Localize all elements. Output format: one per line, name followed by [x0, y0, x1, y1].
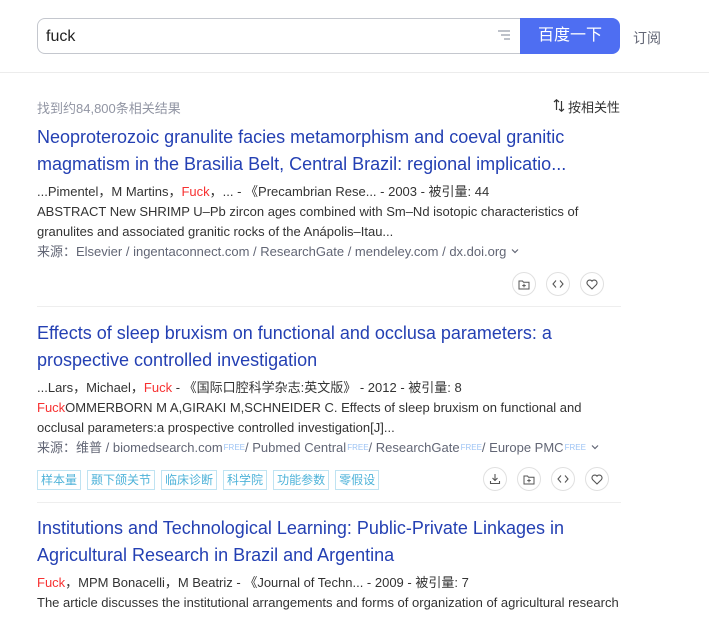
result-abstract: The article discusses the institutional … [37, 593, 621, 613]
abstract-text: OMMERBORN M A,GIRAKI M,SCHNEIDER C. Effe… [65, 400, 582, 415]
source-item[interactable]: / ResearchGate [369, 438, 460, 458]
sort-label: 按相关性 [568, 100, 621, 115]
result-divider [37, 306, 621, 307]
journal-year-citations: ，... - 《Precambrian Rese... - 2003 - 被引量… [209, 184, 490, 199]
subscribe-link[interactable]: 订阅 [633, 28, 661, 48]
heart-icon[interactable] [580, 272, 604, 296]
result-title-line[interactable]: Neoproterozoic granulite facies metamorp… [37, 127, 564, 147]
abstract-line: occlusal parameters:a prospective contro… [37, 420, 395, 435]
result-abstract: FuckOMMERBORN M A,GIRAKI M,SCHNEIDER C. … [37, 398, 621, 438]
code-brackets-icon[interactable] [551, 467, 575, 491]
result-item: Neoproterozoic granulite facies metamorp… [37, 124, 621, 262]
search-header: 百度一下 订阅 [0, 0, 709, 73]
heart-icon[interactable] [585, 467, 609, 491]
code-brackets-icon[interactable] [546, 272, 570, 296]
source-item[interactable]: / Europe PMC [482, 438, 564, 458]
result-title-line[interactable]: Institutions and Technological Learning:… [37, 518, 564, 538]
keyword-tag[interactable]: 样本量 [37, 470, 82, 490]
source-item[interactable]: / Pubmed Central [245, 438, 346, 458]
keyword-tag[interactable]: 功能参数 [273, 470, 330, 490]
keyword-tag[interactable]: 科学院 [223, 470, 268, 490]
filter-lines-icon[interactable] [496, 28, 512, 44]
source-list[interactable]: 来源：Elsevier / ingentaconnect.com / Resea… [37, 242, 506, 262]
result-meta: ...Lars，Michael，Fuck - 《国际口腔科学杂志:英文版》 - … [37, 378, 621, 398]
keyword-tag[interactable]: 零假设 [335, 470, 380, 490]
result-actions [483, 467, 709, 491]
highlight-term: Fuck [181, 184, 210, 199]
result-title[interactable]: Effects of sleep bruxism on functional a… [37, 320, 621, 374]
keyword-tag[interactable]: 临床诊断 [161, 470, 218, 490]
result-item: Effects of sleep bruxism on functional a… [37, 320, 621, 490]
search-input[interactable] [44, 19, 488, 55]
result-meta: ...Pimentel，M Martins，Fuck，... - 《Precam… [37, 182, 621, 202]
source-list[interactable]: 来源：维普 / biomedsearch.com [37, 438, 223, 458]
result-actions [512, 272, 709, 296]
abstract-line: FuckOMMERBORN M A,GIRAKI M,SCHNEIDER C. … [37, 398, 621, 418]
result-divider [37, 502, 621, 503]
authors: ...Lars，Michael， [37, 380, 144, 395]
sort-toggle[interactable]: 按相关性 [553, 97, 620, 116]
result-title-line[interactable]: prospective controlled investigation [37, 350, 317, 370]
journal-year-citations: - 《国际口腔科学杂志:英文版》 - 2012 - 被引量: 8 [172, 380, 462, 395]
keyword-tag[interactable]: 颞下颌关节 [87, 470, 156, 490]
search-box[interactable] [37, 18, 520, 55]
result-title-line[interactable]: Agricultural Research in Brazil and Arge… [37, 545, 394, 565]
highlight-term: Fuck [37, 575, 66, 590]
free-badge: FREE [460, 443, 482, 452]
download-icon[interactable] [483, 467, 507, 491]
result-source: 来源：维普 / biomedsearch.com FREE / Pubmed Ce… [37, 438, 621, 458]
chevron-down-icon[interactable] [510, 242, 520, 262]
free-badge: FREE [564, 443, 586, 452]
result-count: 找到约84,800条相关结果 [37, 101, 181, 116]
result-item: Institutions and Technological Learning:… [37, 515, 621, 613]
highlight-term: Fuck [37, 400, 66, 415]
result-title[interactable]: Neoproterozoic granulite facies metamorp… [37, 124, 621, 178]
result-title[interactable]: Institutions and Technological Learning:… [37, 515, 621, 569]
abstract-line: The article discusses the institutional … [37, 595, 619, 610]
abstract-line: ABSTRACT New SHRIMP U–Pb zircon ages com… [37, 204, 579, 219]
free-badge: FREE [223, 443, 246, 452]
authors: ...Pimentel，M Martins， [37, 184, 182, 199]
result-abstract: ABSTRACT New SHRIMP U–Pb zircon ages com… [37, 202, 621, 242]
folder-add-icon[interactable] [517, 467, 541, 491]
result-title-line[interactable]: Effects of sleep bruxism on functional a… [37, 323, 552, 343]
search-button[interactable]: 百度一下 [520, 18, 620, 54]
authors-journal-year-citations: ，MPM Bonacelli，M Beatriz - 《Journal of T… [65, 575, 469, 590]
result-title-line[interactable]: magmatism in the Brasilia Belt, Central … [37, 154, 566, 174]
highlight-term: Fuck [143, 380, 173, 395]
sort-arrows-icon [553, 98, 565, 115]
result-meta: Fuck，MPM Bonacelli，M Beatriz - 《Journal … [37, 573, 621, 593]
chevron-down-icon[interactable] [590, 438, 600, 458]
abstract-line: granulites and associated granitic rocks… [37, 224, 394, 239]
free-badge: FREE [347, 443, 369, 452]
folder-add-icon[interactable] [512, 272, 536, 296]
result-source: 来源：Elsevier / ingentaconnect.com / Resea… [37, 242, 621, 262]
